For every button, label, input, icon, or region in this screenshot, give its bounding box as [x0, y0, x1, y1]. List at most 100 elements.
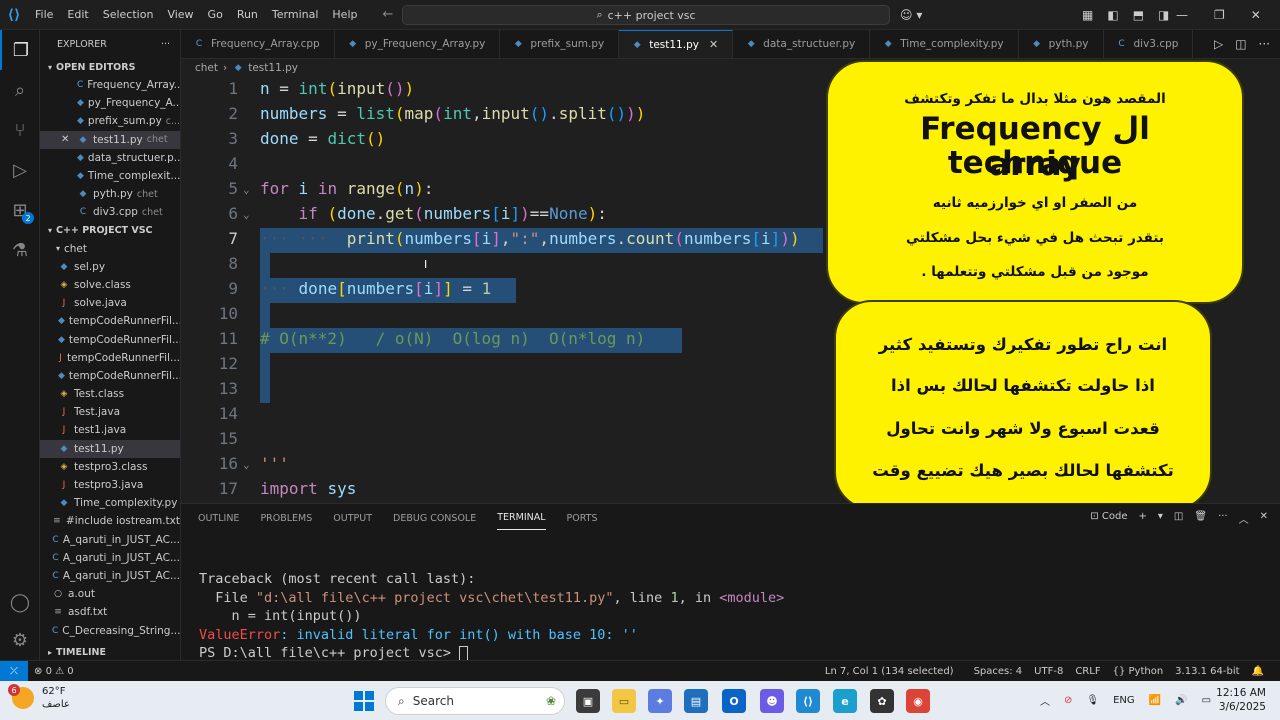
- file-tree-item[interactable]: ◈ Test.class: [40, 385, 180, 403]
- settings-gear-icon[interactable]: ⚙: [0, 620, 40, 660]
- encoding[interactable]: UTF-8: [1028, 666, 1069, 677]
- open-editors-section[interactable]: ▾ OPEN EDITORS: [40, 58, 180, 76]
- microphone-icon[interactable]: 🎙: [1086, 695, 1099, 706]
- indentation[interactable]: Spaces: 4: [968, 666, 1029, 677]
- python-interpreter[interactable]: 3.13.1 64-bit: [1169, 666, 1245, 677]
- terminal-shell-selector[interactable]: ⊡ Code: [1090, 511, 1127, 526]
- system-clock[interactable]: 12:16 AM 3/6/2025: [1216, 686, 1266, 714]
- problems-indicator[interactable]: ⊗ 0 ⚠ 0: [28, 666, 80, 677]
- back-arrow-icon[interactable]: ←: [374, 7, 401, 22]
- file-tree-item[interactable]: J Test.java: [40, 403, 180, 421]
- menu-run[interactable]: Run: [230, 8, 265, 21]
- app-icon[interactable]: ✿: [870, 689, 894, 713]
- panel-tab-terminal[interactable]: TERMINAL: [497, 506, 546, 530]
- editor-tab[interactable]: ◆ data_structuer.py: [733, 30, 871, 58]
- more-actions-icon[interactable]: ···: [1259, 37, 1270, 51]
- editor-tab[interactable]: Cdiv3.cpp: [1104, 30, 1194, 58]
- open-editor-item[interactable]: ◆ pyth.py chet: [40, 185, 180, 203]
- open-editor-item[interactable]: Cdiv3.cpp chet: [40, 203, 180, 221]
- edge-icon[interactable]: e: [833, 689, 857, 713]
- editor-tab[interactable]: ◆ py_Frequency_Array.py: [335, 30, 501, 58]
- volume-icon[interactable]: 🔊: [1175, 695, 1187, 706]
- task-view-icon[interactable]: ▣: [576, 689, 600, 713]
- file-tree-item[interactable]: C C_Decreasing_String...: [40, 621, 180, 639]
- menu-file[interactable]: File: [28, 8, 60, 21]
- close-panel-icon[interactable]: ✕: [1260, 511, 1268, 526]
- breadcrumb-file[interactable]: test11.py: [248, 62, 298, 74]
- split-terminal-icon[interactable]: ◫: [1174, 511, 1183, 526]
- menu-terminal[interactable]: Terminal: [265, 8, 326, 21]
- terminal-output[interactable]: Traceback (most recent call last): File …: [199, 570, 784, 663]
- file-tree-item[interactable]: ◆ tempCodeRunnerFil...: [40, 312, 180, 330]
- chrome-icon[interactable]: ◉: [906, 689, 930, 713]
- toggle-sidebar-icon[interactable]: ◧: [1107, 8, 1118, 22]
- remote-indicator-icon[interactable]: ⤫: [0, 660, 28, 682]
- fold-chevron-icon[interactable]: ⌄: [243, 458, 250, 471]
- minimize-icon[interactable]: —: [1176, 8, 1188, 22]
- open-editor-item[interactable]: ◆ py_Frequency_A...: [40, 94, 180, 112]
- run-icon[interactable]: ▷: [1214, 37, 1223, 51]
- file-tree-item[interactable]: JtempCodeRunnerFil...: [40, 349, 180, 367]
- notifications-bell-icon[interactable]: 🔔: [1246, 666, 1270, 677]
- outlook-icon[interactable]: O: [722, 689, 746, 713]
- panel-tab-output[interactable]: OUTPUT: [333, 507, 372, 530]
- close-window-icon[interactable]: ✕: [1251, 8, 1261, 22]
- close-tab-icon[interactable]: ✕: [709, 38, 718, 51]
- maximize-panel-icon[interactable]: ︿: [1239, 511, 1249, 526]
- open-editor-item[interactable]: ◆ prefix_sum.py c...: [40, 112, 180, 130]
- open-editor-item[interactable]: ◆ data_structuer.p...: [40, 149, 180, 167]
- panel-tab-problems[interactable]: PROBLEMS: [260, 507, 312, 530]
- file-tree-item[interactable]: ○ a.out: [40, 585, 180, 603]
- folder-chet[interactable]: ▾ chet: [40, 240, 180, 258]
- taskbar-search[interactable]: ⌕ Search ❀: [385, 687, 565, 715]
- close-editor-icon[interactable]: ✕: [61, 134, 77, 145]
- end-of-line[interactable]: CRLF: [1069, 666, 1106, 677]
- trash-icon[interactable]: 🗑: [1194, 511, 1207, 526]
- editor-tab[interactable]: ◆ pyth.py: [1019, 30, 1104, 58]
- source-control-icon[interactable]: ⑂: [0, 110, 40, 150]
- more-actions-icon[interactable]: ···: [1218, 511, 1228, 526]
- new-terminal-icon[interactable]: +: [1138, 511, 1146, 526]
- more-actions-icon[interactable]: ···: [161, 39, 170, 50]
- file-tree-item[interactable]: ◈ testpro3.class: [40, 458, 180, 476]
- menu-edit[interactable]: Edit: [60, 8, 95, 21]
- file-tree-item[interactable]: ≡ asdf.txt: [40, 603, 180, 621]
- file-tree-item[interactable]: C A_qaruti_in_JUST_AC...: [40, 531, 180, 549]
- file-tree-item[interactable]: ◆ sel.py: [40, 258, 180, 276]
- account-icon[interactable]: ◯: [0, 582, 40, 622]
- file-tree-item[interactable]: C A_qaruti_in_JUST_AC...: [40, 549, 180, 567]
- menu-go[interactable]: Go: [201, 8, 230, 21]
- file-tree-item[interactable]: Jtestpro3.java: [40, 476, 180, 494]
- file-tree-item[interactable]: Jsolve.java: [40, 294, 180, 312]
- file-tree-item[interactable]: ◆ Time_complexity.py: [40, 494, 180, 512]
- editor-tab[interactable]: ◆ Time_complexity.py: [870, 30, 1019, 58]
- fold-chevron-icon[interactable]: ⌄: [243, 208, 250, 221]
- copilot-app-icon[interactable]: ✦: [648, 689, 672, 713]
- weather-widget[interactable]: 6 62°F عاصف: [8, 684, 70, 711]
- run-debug-icon[interactable]: ▷: [0, 150, 40, 190]
- menu-selection[interactable]: Selection: [96, 8, 161, 21]
- file-tree-item[interactable]: ◈ solve.class: [40, 276, 180, 294]
- extensions-icon[interactable]: ⊞ 2: [0, 190, 40, 230]
- cursor-position[interactable]: Ln 7, Col 1 (134 selected): [819, 666, 960, 677]
- store-icon[interactable]: ▤: [684, 689, 708, 713]
- file-tree-item[interactable]: ◆ test11.py: [40, 439, 180, 458]
- battery-icon[interactable]: ▭: [1202, 695, 1211, 706]
- fold-chevron-icon[interactable]: ⌄: [243, 183, 250, 196]
- breadcrumb-folder[interactable]: chet: [195, 62, 218, 74]
- wifi-icon[interactable]: 📶: [1149, 695, 1161, 706]
- copilot-icon[interactable]: ☺ ▾: [900, 0, 922, 30]
- split-editor-icon[interactable]: ◫: [1235, 37, 1246, 51]
- panel-tab-outline[interactable]: OUTLINE: [198, 507, 239, 530]
- windows-start-icon[interactable]: [354, 691, 374, 711]
- language-mode[interactable]: {} Python: [1107, 666, 1170, 677]
- project-section[interactable]: ▾ C++ PROJECT VSC: [40, 222, 180, 240]
- restore-icon[interactable]: ❐: [1214, 8, 1225, 22]
- explorer-icon[interactable]: ❐: [0, 30, 40, 70]
- menu-help[interactable]: Help: [325, 8, 364, 21]
- search-icon[interactable]: ⌕: [0, 70, 40, 110]
- file-explorer-icon[interactable]: ▭: [612, 689, 636, 713]
- tray-expand-icon[interactable]: ︿: [1040, 693, 1050, 708]
- file-tree-item[interactable]: ◆ tempCodeRunnerFil...: [40, 330, 180, 348]
- input-language[interactable]: ENG: [1113, 695, 1135, 706]
